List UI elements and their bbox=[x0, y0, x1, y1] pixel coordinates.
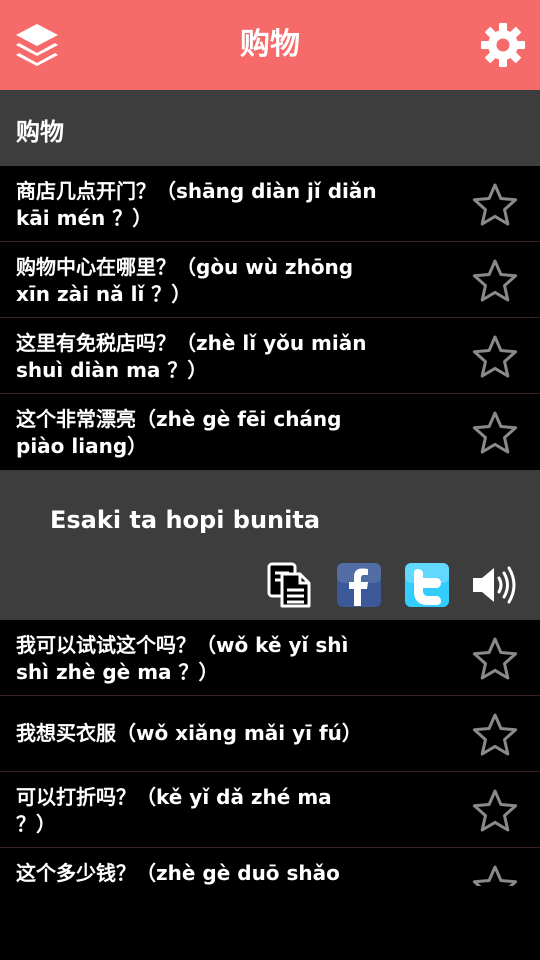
favorite-button[interactable] bbox=[472, 182, 518, 228]
translation-text: Esaki ta hopi bunita bbox=[50, 506, 321, 534]
phrase-text: 购物中心在哪里？（gòu wù zhōng xīn zài nǎ lǐ ？） bbox=[16, 254, 416, 308]
favorite-button[interactable] bbox=[472, 410, 518, 456]
phrase-line: 购物中心在哪里？（gòu wù zhōng bbox=[16, 255, 354, 279]
star-outline-icon bbox=[472, 335, 518, 378]
phrase-text: 我想买衣服（wǒ xiǎng mǎi yī fú） bbox=[16, 720, 416, 747]
phrase-line: 我可以试试这个吗？（wǒ kě yǐ shì bbox=[16, 633, 349, 657]
settings-button[interactable] bbox=[480, 22, 526, 68]
phrase-row[interactable]: 商店几点开门？（shāng diàn jǐ diǎn kāi mén ？） bbox=[0, 166, 540, 242]
phrase-line: 可以打折吗？（kě yǐ dǎ zhé ma bbox=[16, 785, 332, 809]
phrase-text: 这个多少钱？（zhè gè duō shǎo bbox=[16, 860, 416, 886]
phrase-row[interactable]: 这个非常漂亮（zhè gè fēi cháng piào liang） bbox=[0, 394, 540, 470]
favorite-button[interactable] bbox=[472, 636, 518, 682]
favorite-button[interactable] bbox=[472, 788, 518, 834]
gear-icon bbox=[481, 23, 525, 67]
star-outline-icon bbox=[472, 637, 518, 680]
favorite-button[interactable] bbox=[472, 712, 518, 758]
star-outline-icon bbox=[472, 789, 518, 832]
favorite-button[interactable] bbox=[472, 334, 518, 380]
copy-button[interactable] bbox=[266, 562, 312, 608]
app-title: 购物 bbox=[240, 27, 300, 62]
speak-button[interactable] bbox=[470, 562, 516, 608]
phrase-text: 可以打折吗？（kě yǐ dǎ zhé ma ？） bbox=[16, 784, 416, 838]
facebook-icon bbox=[337, 563, 381, 607]
section-header: 购物 bbox=[0, 90, 540, 166]
phrase-line: 这个多少钱？（zhè gè duō shǎo bbox=[16, 861, 340, 885]
star-outline-icon bbox=[472, 411, 518, 454]
phrase-row[interactable]: 我可以试试这个吗？（wǒ kě yǐ shì shì zhè gè ma ？） bbox=[0, 620, 540, 696]
phrase-text: 我可以试试这个吗？（wǒ kě yǐ shì shì zhè gè ma ？） bbox=[16, 632, 416, 686]
phrase-line: 这个非常漂亮（zhè gè fēi cháng bbox=[16, 407, 342, 431]
speaker-icon bbox=[473, 566, 516, 604]
phrase-line: xīn zài nǎ lǐ ？） bbox=[16, 282, 192, 306]
phrase-line: ？） bbox=[16, 812, 56, 836]
favorite-button[interactable] bbox=[472, 258, 518, 304]
phrase-row[interactable]: 这里有免税店吗？（zhè lǐ yǒu miǎn shuì diàn ma ？） bbox=[0, 318, 540, 394]
phrase-line: shì zhè gè ma ？） bbox=[16, 660, 219, 684]
twitter-share-button[interactable] bbox=[404, 562, 450, 608]
favorite-button[interactable] bbox=[472, 864, 518, 886]
phrase-row[interactable]: 我想买衣服（wǒ xiǎng mǎi yī fú） bbox=[0, 696, 540, 772]
phrase-line: 这里有免税店吗？（zhè lǐ yǒu miǎn bbox=[16, 331, 367, 355]
phrase-line: kāi mén ？） bbox=[16, 206, 153, 230]
phrase-row[interactable]: 这个多少钱？（zhè gè duō shǎo bbox=[0, 848, 540, 886]
section-title: 购物 bbox=[16, 118, 64, 146]
phrase-text: 这个非常漂亮（zhè gè fēi cháng piào liang） bbox=[16, 406, 416, 460]
phrase-text: 商店几点开门？（shāng diàn jǐ diǎn kāi mén ？） bbox=[16, 178, 416, 232]
app-bar: 购物 bbox=[0, 0, 540, 90]
star-outline-icon bbox=[472, 259, 518, 302]
phrase-list: 商店几点开门？（shāng diàn jǐ diǎn kāi mén ？） 购物… bbox=[0, 166, 540, 470]
phrase-text: 这里有免税店吗？（zhè lǐ yǒu miǎn shuì diàn ma ？） bbox=[16, 330, 416, 384]
star-outline-icon bbox=[472, 183, 518, 226]
phrase-row[interactable]: 可以打折吗？（kě yǐ dǎ zhé ma ？） bbox=[0, 772, 540, 848]
phrase-row[interactable]: 购物中心在哪里？（gòu wù zhōng xīn zài nǎ lǐ ？） bbox=[0, 242, 540, 318]
star-outline-icon bbox=[472, 865, 518, 886]
phrase-line: piào liang） bbox=[16, 434, 148, 458]
phrase-line: 商店几点开门？（shāng diàn jǐ diǎn bbox=[16, 179, 377, 203]
copy-icon bbox=[267, 562, 311, 608]
phrase-list: 我可以试试这个吗？（wǒ kě yǐ shì shì zhè gè ma ？） … bbox=[0, 620, 540, 886]
twitter-icon bbox=[405, 563, 449, 607]
star-outline-icon bbox=[472, 713, 518, 756]
phrase-line: 我想买衣服（wǒ xiǎng mǎi yī fú） bbox=[16, 721, 362, 745]
phrase-detail-panel: Esaki ta hopi bunita bbox=[0, 470, 540, 620]
facebook-share-button[interactable] bbox=[336, 562, 382, 608]
phrase-line: shuì diàn ma ？） bbox=[16, 358, 208, 382]
